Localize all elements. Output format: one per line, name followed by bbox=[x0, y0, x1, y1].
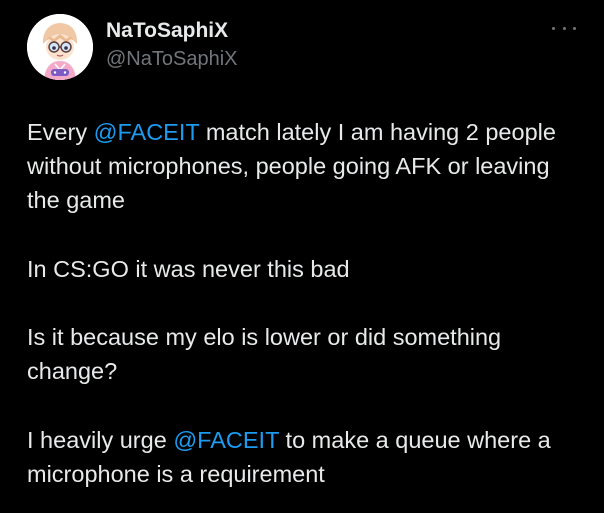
tweet-paragraph: I heavily urge @FACEIT to make a queue w… bbox=[27, 423, 587, 491]
more-options-icon-dot bbox=[573, 26, 576, 30]
more-options-icon-dot bbox=[562, 26, 566, 30]
avatar[interactable] bbox=[27, 14, 93, 80]
mention-link[interactable]: @FACEIT bbox=[173, 427, 279, 453]
display-name[interactable]: NaToSaphiX bbox=[106, 18, 228, 44]
more-options-icon bbox=[552, 26, 555, 30]
tweet-paragraph: In CS:GO it was never this bad bbox=[27, 255, 350, 282]
tweet-text: Every @FACEIT match lately I am having 2… bbox=[27, 115, 587, 491]
tweet-paragraph: Is it because my elo is lower or did som… bbox=[27, 324, 502, 385]
mention-link[interactable]: @FACEIT bbox=[94, 119, 200, 145]
tweet-text-segment: Every bbox=[27, 119, 94, 145]
tweet-paragraph: Every @FACEIT match lately I am having 2… bbox=[27, 115, 587, 218]
tweet-text-segment: I heavily urge bbox=[27, 426, 174, 453]
tweet-card: NaToSaphiX @NaToSaphiX Every @FACEIT mat… bbox=[0, 0, 604, 513]
more-options-button[interactable] bbox=[552, 20, 576, 36]
user-handle[interactable]: @NaToSaphiX bbox=[106, 46, 237, 72]
anime-avatar-icon bbox=[27, 14, 93, 80]
